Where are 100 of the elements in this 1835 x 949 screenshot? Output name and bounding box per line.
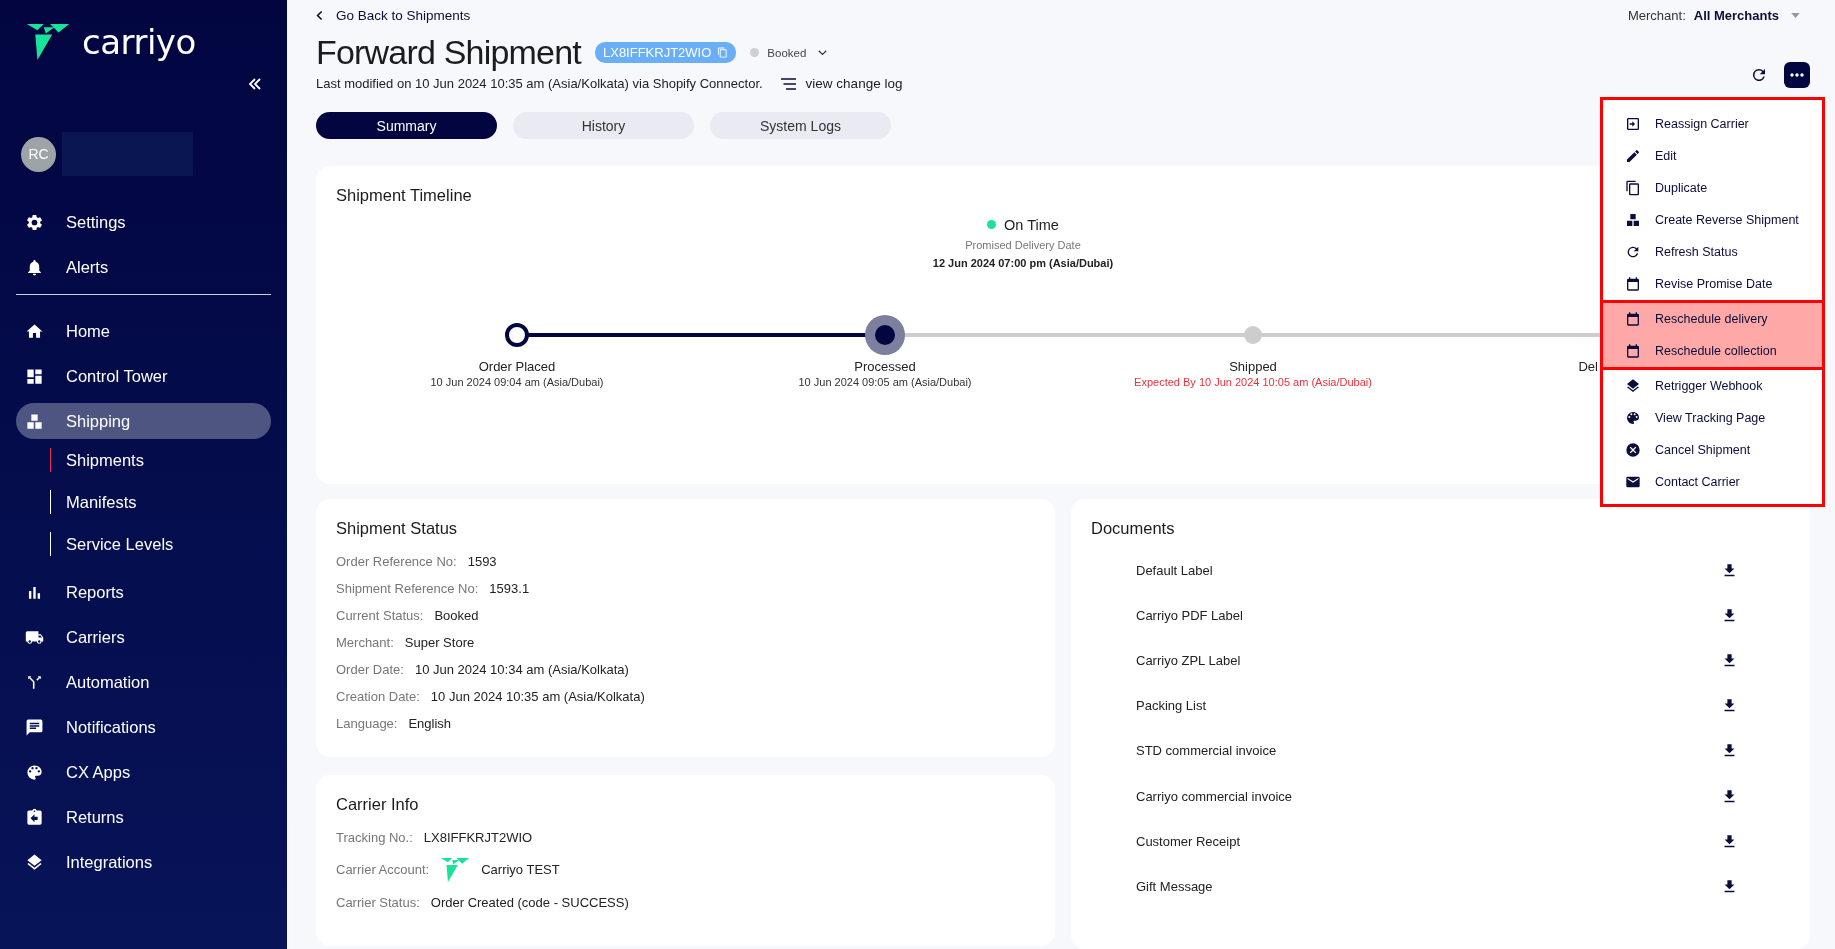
card-title: Shipment Timeline <box>336 185 472 205</box>
back-link[interactable]: Go Back to Shipments <box>316 8 903 23</box>
sidebar-item[interactable]: Integrations <box>16 844 271 880</box>
sidebar-item[interactable]: Home <box>16 313 271 349</box>
field-value: 10 Jun 2024 10:34 am (Asia/Kolkata) <box>414 661 629 677</box>
sidebar-item[interactable]: Alerts <box>16 249 271 285</box>
menu-item[interactable]: Refresh Status <box>1603 236 1822 268</box>
field-value: English <box>408 715 452 731</box>
promised-label: Promised Delivery Date <box>965 238 1081 251</box>
calendar-icon <box>1625 343 1641 359</box>
home-icon <box>25 321 44 341</box>
sidebar-item[interactable]: Reports <box>16 574 271 610</box>
pencil-icon <box>1625 148 1641 164</box>
reassign-icon <box>1625 116 1641 132</box>
menu-item[interactable]: View Tracking Page <box>1603 402 1822 434</box>
field-value: Booked <box>434 607 479 623</box>
menu-item[interactable]: Edit <box>1603 140 1822 172</box>
tab[interactable]: History <box>513 112 694 139</box>
document-name: Carriyo ZPL Label <box>1136 652 1241 668</box>
layers-icon <box>1625 378 1641 394</box>
brand-name: carriyo <box>82 22 196 62</box>
promised-date: 12 Jun 2024 07:00 pm (Asia/Dubai) <box>932 256 1114 269</box>
copy-icon <box>717 47 729 58</box>
gear-icon <box>25 212 44 232</box>
palette-icon <box>25 762 44 782</box>
blocks-icon <box>25 411 44 431</box>
palette-icon <box>1625 410 1641 426</box>
field-value: 1593.1 <box>489 580 530 596</box>
field-value: 10 Jun 2024 10:35 am (Asia/Kolkata) <box>430 688 645 704</box>
menu-item[interactable]: Cancel Shipment <box>1603 434 1822 466</box>
sidebar-subitem[interactable]: Shipments <box>50 448 271 472</box>
menu-item[interactable]: Duplicate <box>1603 172 1822 204</box>
menu-item[interactable]: Revise Promise Date <box>1603 268 1822 300</box>
change-log-link[interactable]: view change log <box>780 76 903 91</box>
calendar-icon <box>1625 311 1641 327</box>
field-label: Merchant: <box>336 634 394 650</box>
card-title: Documents <box>1091 518 1175 538</box>
merchant-dropdown[interactable]: Merchant: All Merchants <box>1627 8 1810 23</box>
sidebar-subitem[interactable]: Service Levels <box>50 532 271 556</box>
sidebar-item[interactable]: Carriers <box>16 619 271 655</box>
menu-item[interactable]: Contact Carrier <box>1603 466 1822 498</box>
field-value: Super Store <box>404 634 475 650</box>
calendar-icon <box>1625 276 1641 292</box>
dashboard-icon <box>25 366 44 386</box>
sidebar-item[interactable]: Control Tower <box>16 358 271 394</box>
document-name: Customer Receipt <box>1136 833 1241 849</box>
clipboard-icon <box>25 807 44 827</box>
field-label: Tracking No.: <box>336 829 413 845</box>
field-value: LX8IFFKRJT2WIO <box>423 829 533 845</box>
sidebar-subitem[interactable]: Manifests <box>50 490 271 514</box>
collapse-icon[interactable] <box>247 76 263 92</box>
caret-icon <box>1791 13 1800 18</box>
step-date: 10 Jun 2024 09:04 am (Asia/Dubai) <box>430 375 604 388</box>
more-icon <box>1790 73 1804 77</box>
tab[interactable]: Summary <box>316 112 497 139</box>
refresh-icon[interactable] <box>1750 66 1768 84</box>
document-name: Carriyo PDF Label <box>1136 607 1243 623</box>
document-name: STD commercial invoice <box>1136 743 1277 759</box>
field-label: Carrier Status: <box>336 894 420 910</box>
sidebar-item[interactable]: Settings <box>16 204 271 240</box>
document-name: Packing List <box>1136 698 1207 714</box>
carrier-logo-icon <box>440 857 471 882</box>
field-label: Current Status: <box>336 607 424 623</box>
field-label: Language: <box>336 715 398 731</box>
document-name: Gift Message <box>1136 878 1213 894</box>
sidebar-item[interactable]: Returns <box>16 799 271 835</box>
menu-item[interactable]: Reschedule collection <box>1603 335 1822 367</box>
blocks-icon <box>1625 212 1641 228</box>
list-icon <box>780 77 796 90</box>
refresh-icon <box>1625 244 1641 260</box>
document-name: Carriyo commercial invoice <box>1136 788 1293 804</box>
bell-icon <box>25 257 44 277</box>
card-title: Carrier Info <box>336 794 419 814</box>
menu-item[interactable]: Reschedule delivery <box>1603 303 1822 335</box>
more-button[interactable] <box>1784 62 1810 88</box>
status-dropdown[interactable]: Booked <box>750 46 828 59</box>
status-dot-icon <box>987 220 997 230</box>
step-date: Expected By 10 Jun 2024 10:05 am (Asia/Dubai) <box>1134 375 1372 388</box>
field-value: Order Created (code - SUCCESS) <box>430 894 629 910</box>
step-name: Del <box>1578 358 1598 374</box>
card-title: Shipment Status <box>336 518 458 538</box>
carriyo-logo-icon <box>26 24 70 60</box>
document-name: Default Label <box>1136 562 1213 578</box>
field-value: Carriyo TEST <box>481 862 560 877</box>
tab[interactable]: System Logs <box>710 112 891 139</box>
layers-icon <box>25 852 44 872</box>
menu-item[interactable]: Create Reverse Shipment <box>1603 204 1822 236</box>
last-modified-text: Last modified on 10 Jun 2024 10:35 am (Asia/Kolkata) via Shopify Connector. <box>316 76 763 91</box>
field-label: Order Reference No: <box>336 553 457 569</box>
sidebar-item[interactable]: Notifications <box>16 709 271 745</box>
chevron-left-icon <box>316 10 324 21</box>
menu-item[interactable]: Retrigger Webhook <box>1603 370 1822 402</box>
menu-item[interactable]: Reassign Carrier <box>1603 108 1822 140</box>
field-label: Creation Date: <box>336 688 420 704</box>
sidebar-item[interactable]: Shipping <box>16 403 271 439</box>
on-time-status: On Time <box>987 216 1059 233</box>
chevron-down-icon <box>818 49 828 56</box>
sidebar-item[interactable]: CX Apps <box>16 754 271 790</box>
copy-icon <box>1625 180 1641 196</box>
sidebar-item[interactable]: Automation <box>16 664 271 700</box>
